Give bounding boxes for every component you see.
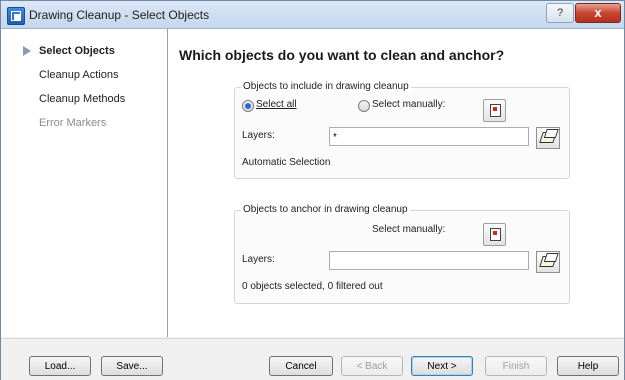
select-manually-radio[interactable] — [358, 100, 370, 112]
anchor-status-text: 0 objects selected, 0 filtered out — [242, 281, 383, 292]
anchor-pick-cursor-icon — [490, 228, 501, 241]
select-manually-label[interactable]: Select manually: — [372, 99, 445, 110]
include-group-title: Objects to include in drawing cleanup — [241, 81, 411, 92]
save-button[interactable]: Save... — [101, 356, 163, 376]
back-button: < Back — [341, 356, 403, 376]
sidebar-item-cleanup-methods[interactable]: Cleanup Methods — [39, 93, 125, 105]
select-all-radio[interactable] — [242, 100, 254, 112]
layers-icon — [539, 132, 557, 143]
anchor-pick-objects-button[interactable] — [483, 223, 506, 246]
include-layer-picker-button[interactable] — [536, 127, 560, 149]
sidebar-item-error-markers: Error Markers — [39, 117, 107, 129]
app-icon — [7, 7, 25, 25]
anchor-group-title: Objects to anchor in drawing cleanup — [241, 204, 410, 215]
anchor-select-manually-label: Select manually: — [372, 224, 446, 235]
select-all-label[interactable]: Select all — [256, 99, 297, 110]
sidebar-item-select-objects[interactable]: Select Objects — [39, 45, 115, 57]
cancel-button[interactable]: Cancel — [269, 356, 333, 376]
window-title: Drawing Cleanup - Select Objects — [29, 8, 210, 22]
anchor-layers-field[interactable] — [329, 251, 529, 270]
close-button[interactable]: x — [575, 3, 621, 23]
sidebar-item-cleanup-actions[interactable]: Cleanup Actions — [39, 69, 119, 81]
title-help-button[interactable]: ? — [546, 3, 574, 23]
anchor-layer-picker-button[interactable] — [536, 251, 560, 273]
anchor-layers-label: Layers: — [242, 254, 275, 265]
pick-objects-button[interactable] — [483, 99, 506, 122]
help-button[interactable]: Help — [557, 356, 619, 376]
load-button[interactable]: Load... — [29, 356, 91, 376]
finish-button: Finish — [485, 356, 547, 376]
include-layers-field[interactable]: * — [329, 127, 529, 146]
page-heading: Which objects do you want to clean and a… — [179, 47, 505, 63]
anchor-layers-icon — [539, 256, 557, 267]
pick-cursor-icon — [490, 104, 501, 117]
next-button[interactable]: Next > — [411, 356, 473, 376]
current-step-arrow-icon — [23, 46, 31, 56]
include-layers-label: Layers: — [242, 130, 275, 141]
dialog-window: Drawing Cleanup - Select Objects ? x Sel… — [0, 0, 625, 380]
include-status-text: Automatic Selection — [242, 157, 331, 168]
title-bar: Drawing Cleanup - Select Objects ? x — [1, 1, 624, 29]
